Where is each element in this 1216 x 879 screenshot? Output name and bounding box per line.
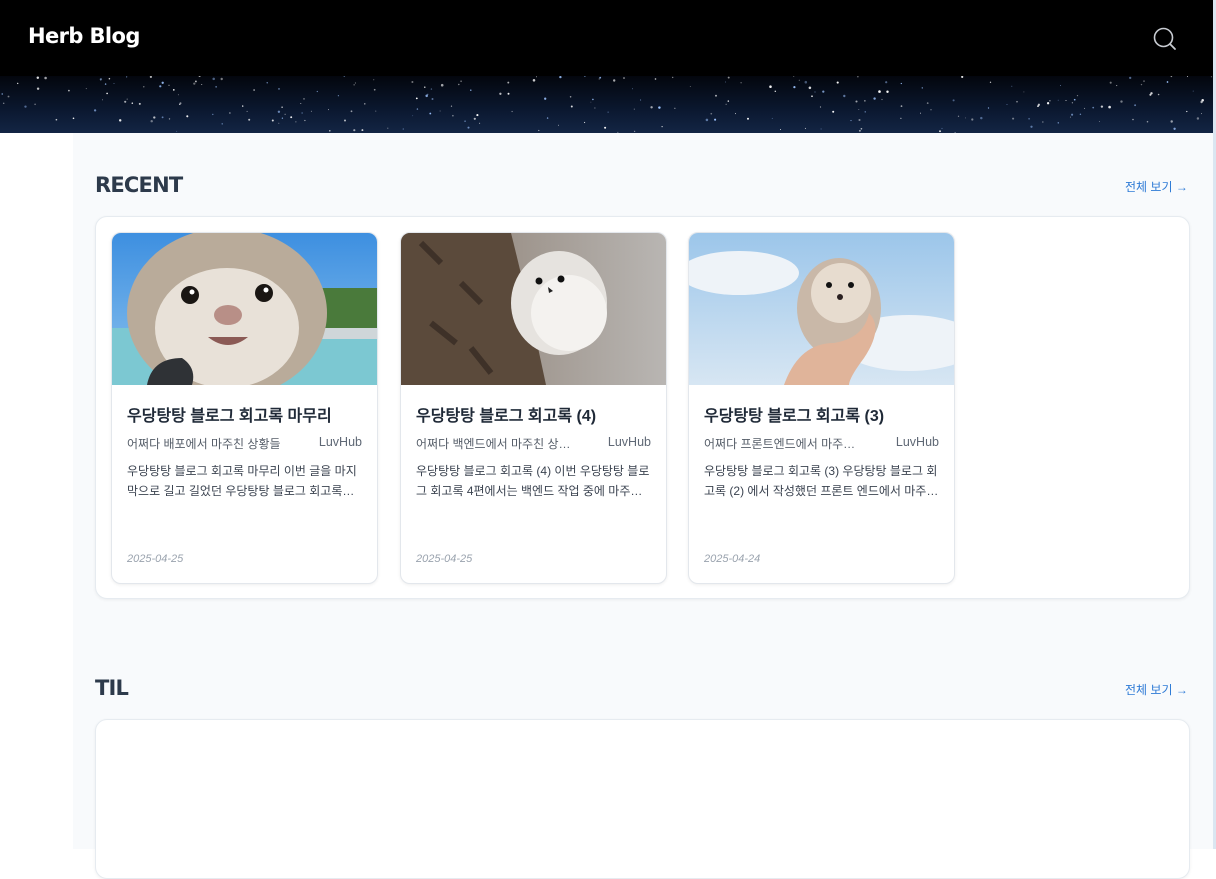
til-section-title: TIL: [95, 676, 129, 700]
starfield-banner: [0, 75, 1213, 133]
post-author: LuvHub: [607, 435, 651, 449]
recent-view-all-link[interactable]: 전체 보기 →: [1125, 178, 1188, 195]
site-header: Herb Blog: [0, 0, 1213, 133]
hedgehog-photo: [689, 233, 954, 385]
post-title[interactable]: 우당탕탕 블로그 회고록 마무리: [127, 402, 332, 426]
post-date: 2025-04-24: [704, 553, 761, 565]
post-title[interactable]: 우당탕탕 블로그 회고록 (4): [416, 402, 596, 426]
post-card[interactable]: 우당탕탕 블로그 회고록 (4) 어쩌다 백엔드에서 마주친 상황들 LuvHu…: [400, 232, 667, 584]
post-author: LuvHub: [318, 435, 362, 449]
til-view-all-link[interactable]: 전체 보기 →: [1125, 681, 1188, 698]
post-card[interactable]: 우당탕탕 블로그 회고록 (3) 어쩌다 프론트엔드에서 마주친 상황들 Luv…: [688, 232, 955, 584]
main-content: RECENT 전체 보기 → 우당탕탕 블로그 회고록 마무리 어쩌다 배포에서…: [73, 133, 1213, 879]
navbar: Herb Blog: [0, 0, 1213, 76]
post-subtitle: 어쩌다 백엔드에서 마주친 상황들: [416, 437, 576, 451]
post-excerpt: 우당탕탕 블로그 회고록 마무리 이번 글을 마지막으로 길고 길었던 우당탕탕…: [127, 464, 357, 498]
site-logo[interactable]: Herb Blog: [28, 24, 140, 48]
post-date: 2025-04-25: [127, 553, 184, 565]
recent-section-title: RECENT: [95, 173, 183, 197]
til-posts-panel: [95, 719, 1190, 879]
post-author: LuvHub: [895, 435, 939, 449]
search-icon: [1153, 27, 1176, 50]
post-excerpt: 우당탕탕 블로그 회고록 (4) 이번 우당탕탕 블로그 회고록 4편에서는 백…: [416, 464, 650, 498]
post-excerpt: 우당탕탕 블로그 회고록 (3) 우당탕탕 블로그 회고록 (2) 에서 작성했…: [704, 464, 938, 498]
post-subtitle: 어쩌다 프론트엔드에서 마주친 상황들: [704, 437, 864, 451]
recent-posts-panel: 우당탕탕 블로그 회고록 마무리 어쩌다 배포에서 마주친 상황들 LuvHub…: [95, 216, 1190, 599]
bird-photo: [401, 233, 666, 385]
post-card[interactable]: 우당탕탕 블로그 회고록 마무리 어쩌다 배포에서 마주친 상황들 LuvHub…: [111, 232, 378, 584]
starfield-image: [1, 75, 1212, 133]
search-button[interactable]: [1150, 24, 1180, 54]
post-date: 2025-04-25: [416, 553, 473, 565]
post-title[interactable]: 우당탕탕 블로그 회고록 (3): [704, 402, 884, 426]
otter-photo: [112, 233, 377, 385]
post-subtitle: 어쩌다 배포에서 마주친 상황들: [127, 437, 281, 451]
